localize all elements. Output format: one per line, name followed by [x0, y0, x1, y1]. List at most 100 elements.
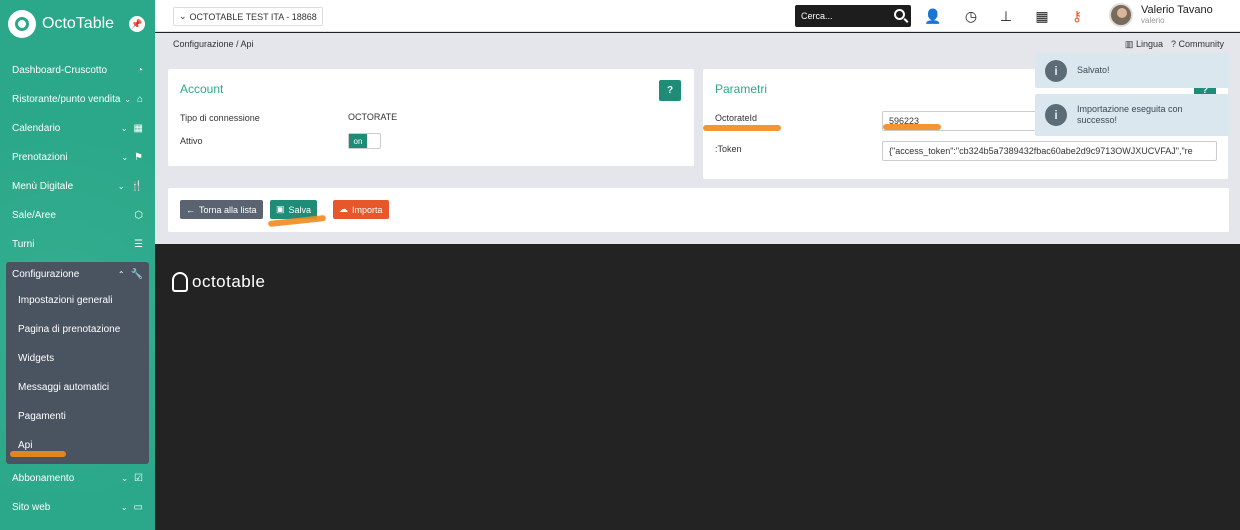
key-icon[interactable]: ⚷ — [1069, 8, 1085, 24]
highlight-scribble — [883, 124, 941, 130]
venue-name: OCTOTABLE TEST ITA - 18868 — [189, 11, 317, 22]
connection-type-value: OCTORATE — [348, 112, 398, 122]
toggle-on-state: on — [349, 134, 367, 148]
sidebar-item-calendario[interactable]: Calendario ⌄ ▦ — [0, 114, 155, 143]
sidebar-subitem-messaggi[interactable]: Messaggi automatici — [6, 373, 149, 402]
sidebar-subitem-pagamenti[interactable]: Pagamenti — [6, 402, 149, 431]
sidebar-item-label: Prenotazioni — [12, 152, 68, 163]
chevron-down-icon: ⌄ — [117, 182, 125, 191]
sidebar-item-label: Sale/Aree — [12, 210, 56, 221]
sidebar-subitem-impostazioni[interactable]: Impostazioni generali — [6, 286, 149, 315]
connection-type-label: Tipo di connessione — [180, 113, 260, 123]
sidebar-nav: Dashboard-Cruscotto ◔ Ristorante/punto v… — [0, 56, 155, 522]
calendar-icon: ▦ — [133, 123, 143, 134]
list-icon: ☰ — [134, 239, 143, 250]
check-square-icon: ☑ — [134, 473, 143, 484]
add-user-icon[interactable]: 👤 — [924, 8, 941, 24]
sitemap-icon[interactable]: ⊥ — [998, 8, 1014, 24]
calendar-icon[interactable]: ▦ — [1034, 8, 1050, 24]
sidebar-item-ristorante[interactable]: Ristorante/punto vendita ⌄ ⌂ — [0, 85, 155, 114]
user-name: Valerio Tavano — [1141, 4, 1213, 16]
actions-bar: ← Torna alla lista ▣ Salva ☁ Importa — [168, 188, 1229, 232]
sidebar-subitem-pagina-prenotazione[interactable]: Pagina di prenotazione — [6, 315, 149, 344]
token-field[interactable]: {"access_token":"cb324b5a7389432fbac60ab… — [882, 141, 1217, 161]
help-button[interactable]: ? — [659, 80, 681, 101]
token-label: :Token — [715, 144, 742, 154]
chevron-up-icon: ⌃ — [117, 269, 125, 279]
clock-icon[interactable]: ◷ — [963, 8, 979, 24]
lingua-label: Lingua — [1135, 39, 1163, 49]
arrow-left-icon: ← — [186, 204, 195, 215]
panel-title: Account — [180, 82, 224, 96]
flag-icon: ⚑ — [134, 152, 143, 163]
search-placeholder: Cerca... — [801, 11, 833, 21]
sidebar-subitem-api[interactable]: Api — [6, 431, 149, 460]
search-icon[interactable] — [894, 9, 905, 20]
sidebar-item-label: Sito web — [12, 502, 51, 513]
brand[interactable]: OctoTable 📌 — [0, 0, 155, 48]
floppy-icon: ▣ — [276, 204, 285, 214]
chevron-down-icon: ⌄ — [120, 503, 128, 512]
avatar — [1109, 3, 1133, 27]
sidebar: OctoTable 📌 Dashboard-Cruscotto ◔ Ristor… — [0, 0, 155, 530]
venue-selector[interactable]: ⌄ OCTOTABLE TEST ITA - 18868 — [173, 7, 323, 26]
sidebar-config-group: Configurazione ⌃ 🔧 Impostazioni generali … — [6, 262, 149, 464]
notification-text: Salvato! — [1077, 65, 1110, 75]
highlight-scribble — [10, 451, 66, 457]
sidebar-item-label: Menù Digitale — [12, 181, 74, 192]
cube-icon: ⬡ — [134, 210, 143, 221]
sidebar-item-dashboard[interactable]: Dashboard-Cruscotto ◔ — [0, 56, 155, 85]
chevron-down-icon: ⌄ — [124, 95, 131, 104]
community-link[interactable]: ? Community — [1171, 39, 1224, 50]
sidebar-item-label: Api — [18, 440, 33, 451]
language-icon: ▥ — [1124, 39, 1136, 49]
sidebar-item-configurazione[interactable]: Configurazione ⌃ 🔧 — [6, 262, 149, 286]
sidebar-item-sito-web[interactable]: Sito web ⌄ ▭ — [0, 493, 155, 522]
octotable-logo-icon — [8, 10, 36, 38]
chevron-down-icon: ⌄ — [120, 124, 128, 133]
footer-logo-text: octotable — [192, 272, 266, 291]
sidebar-item-menu-digitale[interactable]: Menù Digitale ⌄ 🍴 — [0, 172, 155, 201]
wrench-icon: 🔧 — [130, 268, 143, 280]
account-panel: Account ? Tipo di connessione OCTORATE A… — [168, 69, 694, 166]
sidebar-item-label: Dashboard-Cruscotto — [12, 65, 108, 76]
octorate-id-label: OctorateId — [715, 113, 758, 123]
sidebar-item-label: Configurazione — [12, 268, 80, 280]
notification-text: Importazione eseguita con successo! — [1077, 104, 1183, 125]
brand-name: OctoTable — [42, 15, 115, 32]
footer-logo: octotable — [172, 272, 266, 292]
pin-icon[interactable]: 📌 — [129, 16, 145, 32]
sidebar-subitem-widgets[interactable]: Widgets — [6, 344, 149, 373]
sidebar-item-label: Calendario — [12, 123, 61, 134]
sidebar-item-abbonamento[interactable]: Abbonamento ⌄ ☑ — [0, 464, 155, 493]
cloud-upload-icon: ☁ — [339, 204, 348, 214]
search-input[interactable]: Cerca... — [795, 5, 911, 27]
lingua-link[interactable]: ▥ Lingua — [1125, 39, 1163, 50]
panel-title: Parametri — [715, 82, 768, 96]
import-button[interactable]: ☁ Importa — [333, 200, 389, 219]
highlight-scribble — [703, 125, 781, 131]
notification-import[interactable]: i Importazione eseguita con successo! — [1035, 94, 1229, 136]
community-label: Community — [1178, 39, 1224, 49]
info-icon: i — [1045, 59, 1067, 82]
chef-hat-icon — [172, 272, 188, 292]
top-bar: ⌄ OCTOTABLE TEST ITA - 18868 Cerca... 👤 … — [155, 0, 1240, 32]
sidebar-item-turni[interactable]: Turni ☰ — [0, 230, 155, 259]
back-label: Torna alla lista — [199, 204, 257, 215]
top-links: ▥ Lingua ? Community — [1125, 39, 1224, 50]
sidebar-item-prenotazioni[interactable]: Prenotazioni ⌄ ⚑ — [0, 143, 155, 172]
chevron-down-icon: ⌄ — [121, 474, 129, 483]
sidebar-item-label: Abbonamento — [12, 473, 75, 484]
cutlery-icon: 🍴 — [130, 181, 143, 192]
chevron-down-icon: ⌄ — [121, 153, 129, 162]
sidebar-item-label: Ristorante/punto vendita — [12, 94, 121, 105]
save-label: Salva — [288, 204, 312, 215]
active-toggle[interactable]: on — [348, 133, 381, 149]
back-button[interactable]: ← Torna alla lista — [180, 200, 263, 219]
info-icon: i — [1045, 104, 1067, 126]
sidebar-item-sale-aree[interactable]: Sale/Aree ⬡ — [0, 201, 155, 230]
user-menu[interactable]: Valerio Tavano valerio — [1109, 3, 1213, 27]
notification-saved[interactable]: i Salvato! — [1035, 53, 1229, 88]
breadcrumb: Configurazione / Api — [173, 39, 254, 49]
sidebar-item-label: Turni — [12, 239, 35, 250]
